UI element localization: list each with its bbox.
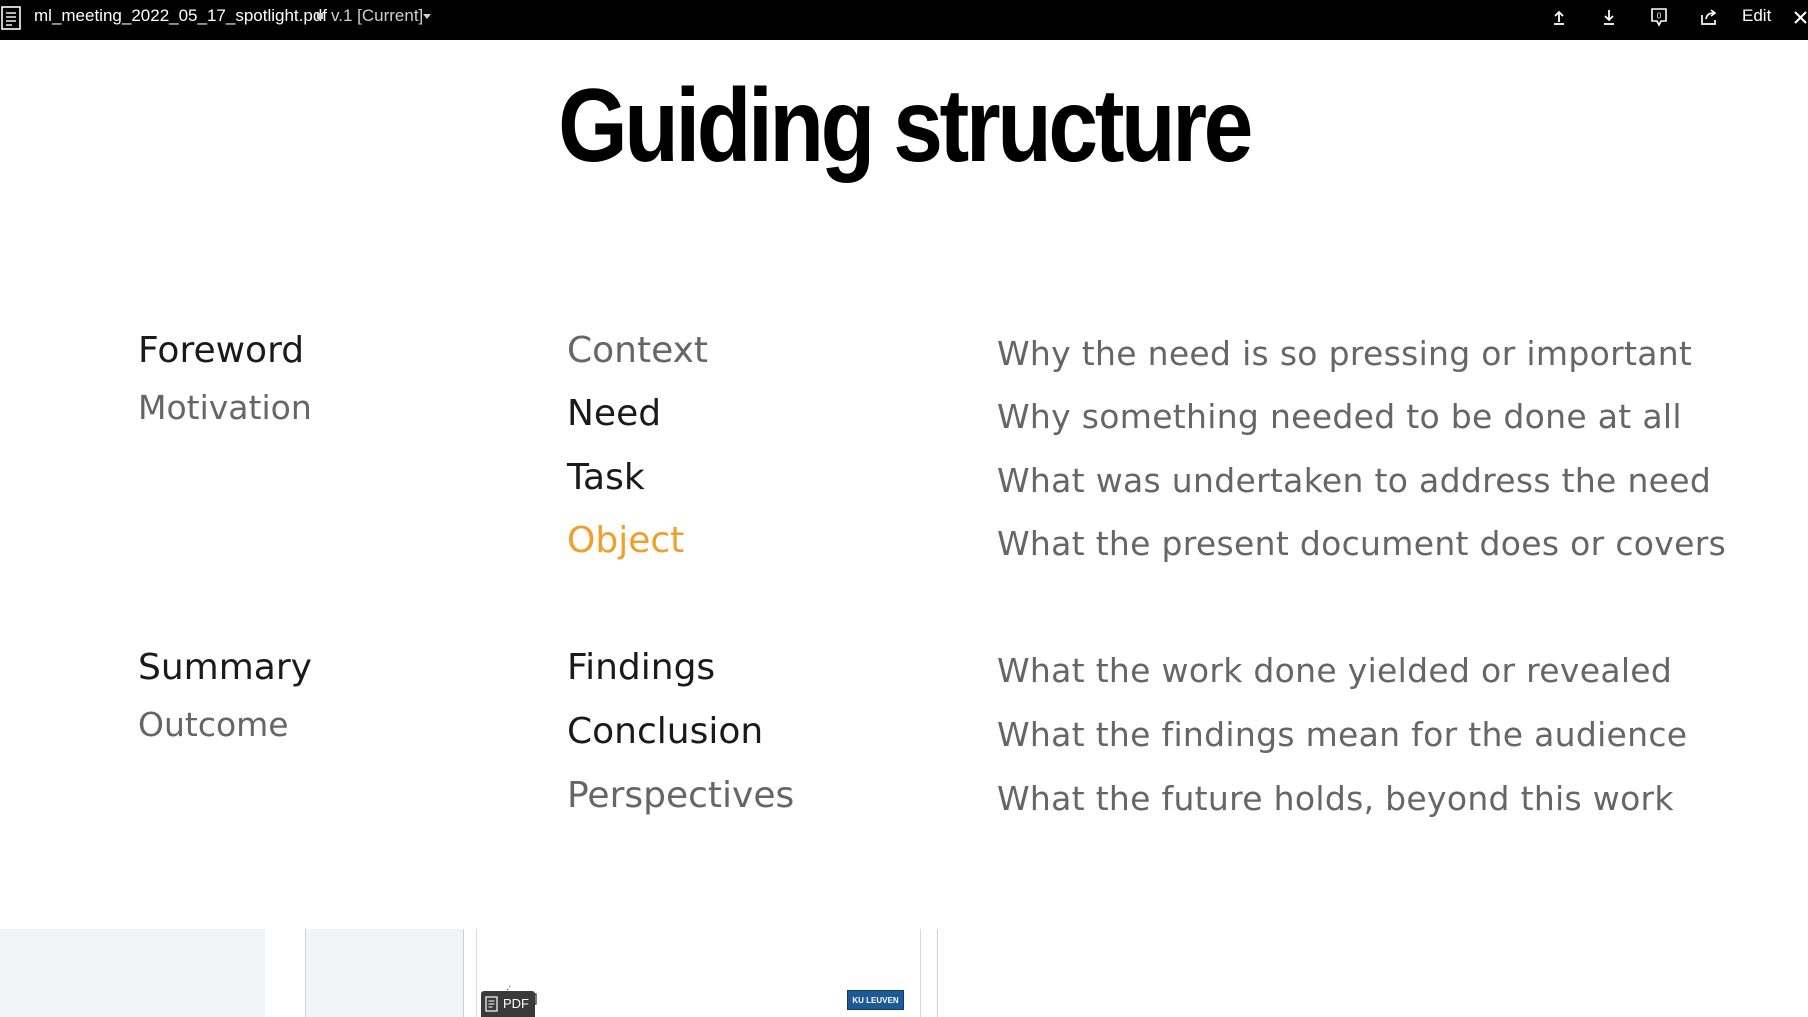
comment-icon[interactable]: 0 <box>1648 6 1670 28</box>
term-context: Context <box>567 330 709 371</box>
close-icon[interactable] <box>1792 6 1808 28</box>
share-icon[interactable] <box>1698 6 1720 28</box>
term-findings: Findings <box>567 647 716 688</box>
file-icon[interactable] <box>0 4 24 32</box>
term-need: Need <box>567 393 662 434</box>
pdf-badge: PDF <box>481 991 535 1017</box>
version-selector[interactable]: v.1 [Current] <box>331 5 423 27</box>
download-icon[interactable] <box>1598 6 1620 28</box>
description-findings: What the work done yielded or revealed <box>997 651 1673 690</box>
term-conclusion: Conclusion <box>567 711 764 752</box>
pdf-file-icon <box>485 996 498 1012</box>
file-name: ml_meeting_2022_05_17_spotlight.pdf <box>34 6 328 25</box>
description-context: Why the need is so pressing or important <box>997 334 1693 373</box>
edit-button[interactable]: Edit <box>1742 5 1771 27</box>
thumbnail-previous[interactable] <box>305 929 464 1017</box>
chevron-down-icon[interactable] <box>423 14 431 19</box>
upload-icon[interactable] <box>1548 6 1570 28</box>
section-heading-foreword: Foreword <box>138 330 305 371</box>
comment-count: 0 <box>1657 12 1662 21</box>
section-heading-summary: Summary <box>138 647 312 688</box>
thumbnail-divider <box>937 929 938 1017</box>
section-subheading-outcome: Outcome <box>138 705 289 744</box>
term-object: Object <box>567 520 685 561</box>
slide-title: Guiding structure <box>558 68 1253 184</box>
description-need: Why something needed to be done at all <box>997 397 1682 436</box>
separator-dot <box>317 13 323 19</box>
description-conclusion: What the findings mean for the audience <box>997 715 1688 754</box>
term-task: Task <box>567 457 645 498</box>
top-toolbar: ml_meeting_2022_05_17_spotlight.pdf v.1 … <box>0 0 1808 40</box>
description-object: What the present document does or covers <box>997 524 1727 563</box>
term-perspectives: Perspectives <box>567 775 795 816</box>
section-subheading-motivation: Motivation <box>138 388 312 427</box>
description-task: What was undertaken to address the need <box>997 461 1712 500</box>
thumbnail-strip-background <box>0 929 265 1017</box>
description-perspectives: What the future holds, beyond this work <box>997 779 1674 818</box>
ku-leuven-logo: KU LEUVEN <box>847 990 904 1010</box>
pdf-badge-label: PDF <box>503 996 529 1011</box>
